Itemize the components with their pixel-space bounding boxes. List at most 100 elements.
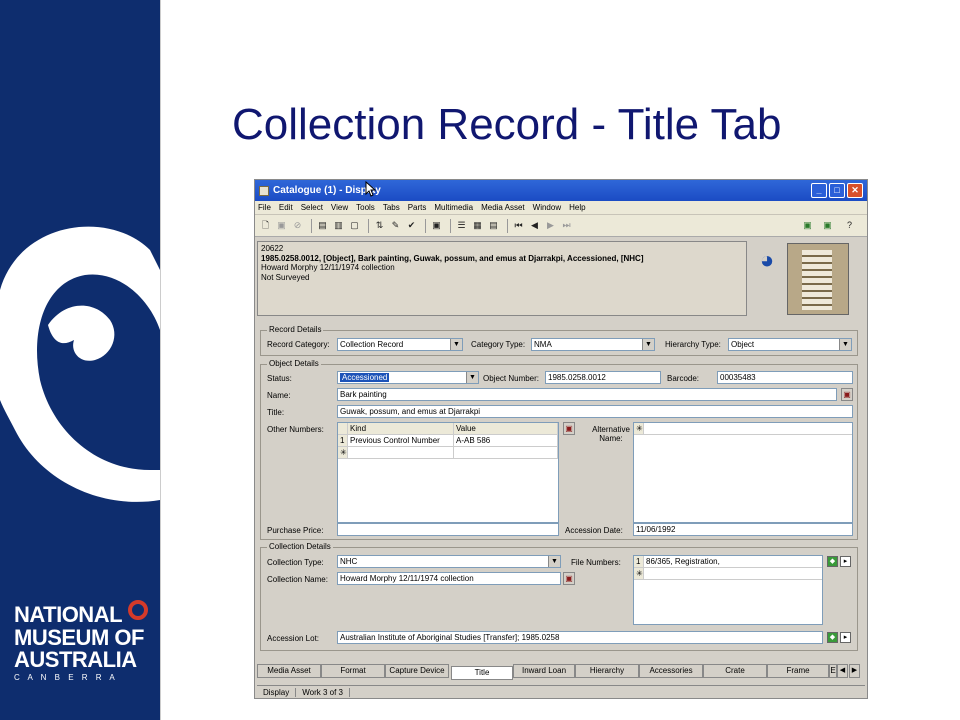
file-numbers-list[interactable]: 1 86/365, Registration, ✳ bbox=[633, 555, 823, 625]
accession-lot-open-icon[interactable]: ▸ bbox=[840, 632, 851, 643]
accession-lot-label: Accession Lot: bbox=[267, 634, 320, 643]
tab-scroll-right-icon[interactable]: ▶ bbox=[849, 664, 860, 678]
column-kind[interactable]: Kind bbox=[348, 423, 454, 434]
name-field[interactable]: Bark painting bbox=[337, 388, 837, 401]
menu-media-asset[interactable]: Media Asset bbox=[481, 203, 525, 212]
category-type-select[interactable]: NMA ▼ bbox=[531, 338, 655, 351]
previous-record-icon[interactable]: ◀ bbox=[528, 219, 541, 232]
toolbar: 🗋 ▣ ⊘ ▤ ▥ ▢ ⇅ ✎ ✔ ▣ ☰ ▦ ▤ ⏮ ◀ ▶ ⏭ ▣ ▣ ? bbox=[255, 215, 867, 237]
record-category-select[interactable]: Collection Record ▼ bbox=[337, 338, 463, 351]
mouse-cursor-icon bbox=[365, 181, 377, 197]
object-number-field[interactable]: 1985.0258.0012 bbox=[545, 371, 661, 384]
new-row[interactable]: ✳ bbox=[338, 447, 558, 459]
select-remove-icon[interactable]: ▥ bbox=[332, 219, 345, 232]
barcode-field[interactable]: 00035483 bbox=[717, 371, 853, 384]
file-numbers-open-icon[interactable]: ▸ bbox=[840, 556, 851, 567]
sidebar: NATIONAL MUSEUM OF AUSTRALIA C A N B E R… bbox=[0, 0, 160, 720]
first-record-icon[interactable]: ⏮ bbox=[512, 219, 525, 232]
new-row[interactable]: ✳ bbox=[634, 568, 822, 580]
help-icon[interactable]: ? bbox=[843, 219, 856, 232]
menu-parts[interactable]: Parts bbox=[408, 203, 427, 212]
next-record-icon[interactable]: ▶ bbox=[544, 219, 557, 232]
hierarchy-type-select[interactable]: Object ▼ bbox=[728, 338, 852, 351]
globe-icon[interactable]: ◕ bbox=[754, 246, 780, 276]
menu-tabs[interactable]: Tabs bbox=[383, 203, 400, 212]
tab-crate[interactable]: Crate bbox=[703, 664, 767, 678]
table-row[interactable]: 1 Previous Control Number A-AB 586 bbox=[338, 435, 558, 447]
menu-tools[interactable]: Tools bbox=[356, 203, 375, 212]
import-icon[interactable]: ▣ bbox=[821, 219, 834, 232]
spellcheck-icon[interactable]: ✔ bbox=[405, 219, 418, 232]
collection-type-select[interactable]: NHC ▼ bbox=[337, 555, 561, 568]
page-icon[interactable]: ▢ bbox=[348, 219, 361, 232]
new-icon[interactable]: 🗋 bbox=[259, 219, 272, 232]
tab-inward-loan[interactable]: Inward Loan bbox=[513, 664, 575, 678]
other-numbers-lookup-button[interactable]: ▣ bbox=[563, 422, 575, 435]
slide-title: Collection Record - Title Tab bbox=[232, 100, 782, 149]
menu-help[interactable]: Help bbox=[569, 203, 585, 212]
tab-title[interactable]: Title bbox=[451, 666, 513, 680]
menu-file[interactable]: File bbox=[258, 203, 271, 212]
tab-accessories[interactable]: Accessories bbox=[639, 664, 703, 678]
file-numbers-add-icon[interactable]: ◆ bbox=[827, 556, 838, 567]
last-record-icon[interactable]: ⏭ bbox=[560, 219, 573, 232]
new-row[interactable]: ✳ bbox=[634, 423, 852, 435]
menu-select[interactable]: Select bbox=[301, 203, 323, 212]
tab-scroll-left-icon[interactable]: ◀ bbox=[837, 664, 848, 678]
logo-line-2: MUSEUM OF bbox=[14, 625, 144, 650]
save-icon[interactable]: ▣ bbox=[275, 219, 288, 232]
collection-name-label: Collection Name: bbox=[267, 575, 328, 584]
barcode-label: Barcode: bbox=[667, 374, 700, 383]
menu-edit[interactable]: Edit bbox=[279, 203, 293, 212]
museum-emblem-icon bbox=[0, 226, 160, 502]
list-item[interactable]: 1 86/365, Registration, bbox=[634, 556, 822, 568]
accession-lot-add-icon[interactable]: ◆ bbox=[827, 632, 838, 643]
tab-media-asset[interactable]: Media Asset bbox=[257, 664, 321, 678]
tab-frame[interactable]: Frame bbox=[767, 664, 829, 678]
summary-irn: 20622 bbox=[261, 244, 284, 253]
collection-name-lookup-button[interactable]: ▣ bbox=[563, 572, 575, 585]
menu-window[interactable]: Window bbox=[533, 203, 561, 212]
accession-lot-field[interactable]: Australian Institute of Aboriginal Studi… bbox=[337, 631, 823, 644]
page-view-icon[interactable]: ▤ bbox=[487, 219, 500, 232]
tab-format[interactable]: Format bbox=[321, 664, 385, 678]
file-numbers-label: File Numbers: bbox=[571, 558, 621, 567]
export-icon[interactable]: ▣ bbox=[801, 219, 814, 232]
alternative-name-list[interactable]: ✳ bbox=[633, 422, 853, 523]
collection-name-field[interactable]: Howard Morphy 12/11/1974 collection bbox=[337, 572, 561, 585]
menu-view[interactable]: View bbox=[331, 203, 348, 212]
close-button[interactable]: ✕ bbox=[847, 183, 863, 198]
logo-line-1: NATIONAL bbox=[14, 602, 123, 627]
window-titlebar[interactable]: Catalogue (1) - Display bbox=[255, 180, 867, 201]
name-lookup-button[interactable]: ▣ bbox=[841, 388, 853, 401]
tab-more[interactable]: E bbox=[829, 664, 837, 678]
record-summary: 20622 1985.0258.0012, [Object], Bark pai… bbox=[257, 241, 747, 316]
tab-capture-device[interactable]: Capture Device bbox=[385, 664, 449, 678]
cancel-icon[interactable]: ⊘ bbox=[291, 219, 304, 232]
object-thumbnail[interactable] bbox=[787, 243, 849, 315]
tab-hierarchy[interactable]: Hierarchy bbox=[575, 664, 639, 678]
title-field[interactable]: Guwak, possum, and emus at Djarrakpi bbox=[337, 405, 853, 418]
logo-line-3: AUSTRALIA bbox=[14, 647, 137, 672]
chevron-down-icon: ▼ bbox=[548, 556, 560, 567]
list-view-icon[interactable]: ☰ bbox=[455, 219, 468, 232]
table-view-icon[interactable]: ▦ bbox=[471, 219, 484, 232]
summary-title: 1985.0258.0012, [Object], Bark painting,… bbox=[261, 253, 644, 263]
record-icon[interactable]: ▣ bbox=[430, 219, 443, 232]
edit-icon[interactable]: ✎ bbox=[389, 219, 402, 232]
column-value[interactable]: Value bbox=[454, 423, 558, 434]
minimize-button[interactable]: _ bbox=[811, 183, 827, 198]
maximize-button[interactable]: □ bbox=[829, 183, 845, 198]
logo-emblem-icon bbox=[128, 600, 148, 620]
select-icon[interactable]: ▤ bbox=[316, 219, 329, 232]
chevron-down-icon: ▼ bbox=[642, 339, 654, 350]
record-category-label: Record Category: bbox=[267, 340, 330, 349]
menu-multimedia[interactable]: Multimedia bbox=[434, 203, 473, 212]
accession-date-field[interactable]: 11/06/1992 bbox=[633, 523, 853, 536]
tab-strip: Media Asset Format Capture Device Title … bbox=[257, 664, 860, 680]
other-numbers-table[interactable]: Kind Value 1 Previous Control Number A-A… bbox=[337, 422, 559, 523]
status-select[interactable]: Accessioned ▼ bbox=[337, 371, 479, 384]
sort-icon[interactable]: ⇅ bbox=[373, 219, 386, 232]
summary-survey: Not Surveyed bbox=[261, 272, 310, 282]
purchase-price-field[interactable] bbox=[337, 523, 559, 536]
